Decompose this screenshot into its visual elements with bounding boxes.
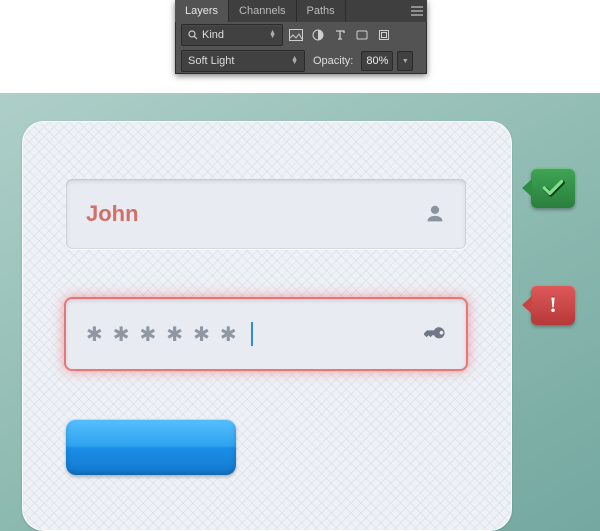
submit-button[interactable]	[66, 419, 236, 475]
exclamation-icon: !	[549, 292, 556, 318]
blend-mode-value: Soft Light	[188, 55, 234, 67]
select-stepper-icon: ▲▼	[291, 57, 298, 65]
check-icon	[540, 175, 566, 201]
callout-arrow	[522, 296, 532, 314]
photoshop-layers-panel: Layers Channels Paths Kind ▲▼ Soft L	[175, 0, 427, 74]
validation-success-callout	[531, 168, 575, 208]
tab-paths[interactable]: Paths	[297, 0, 346, 22]
filter-kind-label: Kind	[202, 29, 224, 41]
select-stepper-icon: ▲▼	[269, 31, 276, 39]
opacity-label: Opacity:	[309, 55, 357, 67]
login-card: John ✱✱✱✱✱✱	[22, 121, 512, 531]
username-value: John	[86, 201, 424, 227]
blend-row: Soft Light ▲▼ Opacity: 80% ▼	[175, 48, 427, 74]
panel-menu-icon[interactable]	[407, 0, 427, 22]
design-canvas: John ✱✱✱✱✱✱ !	[0, 93, 600, 531]
blend-mode-select[interactable]: Soft Light ▲▼	[181, 50, 305, 72]
user-icon	[424, 203, 446, 225]
filter-adjust-icon[interactable]	[309, 26, 327, 44]
panel-tabs: Layers Channels Paths	[175, 0, 427, 22]
validation-error-callout: !	[531, 285, 575, 325]
password-mask: ✱✱✱✱✱✱	[86, 322, 424, 347]
username-field[interactable]: John	[66, 179, 466, 249]
tab-layers[interactable]: Layers	[175, 0, 229, 22]
opacity-dropdown-icon[interactable]: ▼	[397, 51, 413, 71]
password-field[interactable]: ✱✱✱✱✱✱	[66, 299, 466, 369]
filter-pixel-icon[interactable]	[287, 26, 305, 44]
filter-smart-icon[interactable]	[375, 26, 393, 44]
filter-shape-icon[interactable]	[353, 26, 371, 44]
filter-row: Kind ▲▼	[175, 22, 427, 48]
callout-arrow	[522, 179, 532, 197]
text-cursor	[251, 322, 253, 346]
filter-kind-select[interactable]: Kind ▲▼	[181, 24, 283, 46]
key-icon	[424, 323, 446, 345]
filter-type-icon[interactable]	[331, 26, 349, 44]
opacity-value[interactable]: 80%	[361, 51, 393, 71]
tab-channels[interactable]: Channels	[229, 0, 296, 22]
